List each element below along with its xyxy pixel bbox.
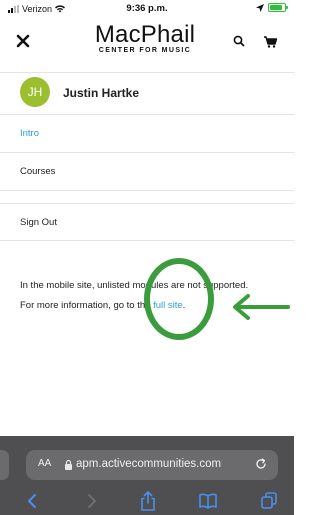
notice-suffix: . (182, 300, 186, 311)
logo-sub-text: CENTER FOR MUSIC (98, 47, 192, 54)
menu-item-courses[interactable]: Courses (0, 152, 294, 190)
reload-icon[interactable] (254, 457, 268, 471)
address-bar[interactable]: AA apm.activecommunities.com (26, 450, 278, 480)
notice-line-2: For more information, go to the full sit… (20, 296, 282, 316)
screen: Verizon 9:36 p.m. MacPhail CENTER FOR MU… (0, 0, 294, 515)
share-icon[interactable] (137, 491, 159, 511)
notice-line-1: In the mobile site, unlisted modules are… (20, 280, 249, 291)
nav-menu: Intro Courses Sign Out (0, 114, 294, 241)
location-icon (256, 3, 264, 12)
tabs-icon[interactable] (258, 491, 280, 511)
browser-bar: AA apm.activecommunities.com (0, 436, 294, 515)
menu-item-intro[interactable]: Intro (0, 114, 294, 152)
cart-button[interactable] (259, 30, 281, 52)
status-bar: Verizon 9:36 p.m. (0, 0, 294, 18)
avatar: JH (20, 77, 50, 107)
menu-item-empty (0, 190, 294, 203)
back-icon[interactable] (22, 491, 44, 511)
status-time: 9:36 p.m. (126, 3, 168, 14)
close-button[interactable] (12, 30, 34, 52)
menu-item-sign-out[interactable]: Sign Out (0, 203, 294, 241)
battery-icon (268, 3, 288, 12)
text-size-button[interactable]: AA (38, 458, 51, 469)
lock-icon (65, 459, 72, 470)
macphail-logo[interactable]: MacPhail CENTER FOR MUSIC (80, 21, 210, 55)
cart-icon (264, 36, 278, 48)
close-icon (16, 34, 30, 48)
previous-tab-stub[interactable] (0, 450, 9, 480)
forward-icon[interactable] (80, 491, 102, 511)
bookmarks-icon[interactable] (197, 491, 219, 511)
search-button[interactable] (228, 30, 250, 52)
search-icon (233, 35, 245, 47)
logo-main-text: MacPhail (94, 21, 196, 48)
url-text: apm.activecommunities.com (76, 458, 222, 470)
app-header: MacPhail CENTER FOR MUSIC (0, 18, 294, 64)
status-right (256, 3, 288, 12)
profile-name: Justin Hartke (63, 86, 140, 100)
user-profile: JH Justin Hartke (0, 72, 294, 112)
notice-prefix: For more information, go to the (20, 300, 154, 311)
full-site-link[interactable]: full site (153, 300, 183, 311)
browser-toolbar (0, 488, 294, 514)
mobile-site-notice: In the mobile site, unlisted modules are… (20, 276, 282, 316)
